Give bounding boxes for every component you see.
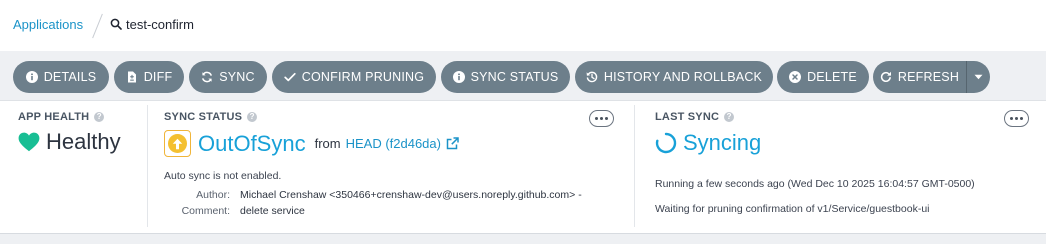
app-health-label-text: APP HEALTH (18, 111, 90, 123)
file-diff-icon (127, 71, 136, 83)
last-sync-running: Running a few seconds ago (Wed Dec 10 20… (655, 178, 975, 190)
app-health-label: APP HEALTH ? (18, 111, 105, 123)
details-button-label: DETAILS (43, 70, 97, 84)
details-button[interactable]: DETAILS (13, 61, 109, 93)
confirm-pruning-button-label: CONFIRM PRUNING (301, 70, 425, 84)
sync-status-more-button[interactable] (589, 110, 614, 127)
refresh-dropdown-toggle[interactable] (967, 61, 990, 93)
sync-status-label: SYNC STATUS ? (164, 111, 258, 123)
last-sync-more-button[interactable] (1004, 110, 1029, 127)
sync-status-value: OutOfSync (198, 130, 306, 156)
spinner-icon (655, 132, 677, 154)
confirm-pruning-button[interactable]: CONFIRM PRUNING (272, 61, 436, 93)
help-icon[interactable]: ? (724, 112, 735, 122)
last-sync-value: Syncing (683, 130, 762, 155)
chevron-down-icon (974, 74, 983, 80)
author-key: Author: (196, 189, 230, 201)
app-health-value: Healthy (46, 129, 121, 154)
delete-button-label: DELETE (807, 70, 857, 84)
sync-button-label: SYNC (219, 70, 255, 84)
info-circle-icon (452, 71, 465, 83)
history-icon (586, 71, 598, 83)
check-icon (284, 72, 296, 82)
last-sync-label-text: LAST SYNC (655, 111, 720, 123)
refresh-button-label: REFRESH (897, 70, 960, 84)
status-panel: APP HEALTH ? Healthy SYNC STATUS ? OutOf… (0, 101, 1046, 234)
sync-status-button-label: SYNC STATUS (470, 70, 559, 84)
redo-icon (880, 71, 891, 83)
breadcrumb-applications-link[interactable]: Applications (13, 17, 83, 32)
sync-status-row: OutOfSync from HEAD (f2d46da) (164, 130, 459, 157)
revision-link[interactable]: HEAD (f2d46da) (346, 136, 441, 151)
refresh-button[interactable]: REFRESH (873, 61, 966, 93)
comment-value: delete service (240, 205, 305, 217)
diff-button-label: DIFF (143, 70, 173, 84)
history-rollback-button-label: HISTORY AND ROLLBACK (603, 70, 763, 84)
last-sync-message: Waiting for pruning confirmation of v1/S… (655, 203, 930, 215)
history-rollback-button[interactable]: HISTORY AND ROLLBACK (575, 61, 773, 93)
sync-button[interactable]: SYNC (189, 61, 267, 93)
last-sync-label: LAST SYNC ? (655, 111, 735, 123)
toolbar: DETAILS DIFF SYNC CONFIRM PRUNING SYNC S… (0, 51, 1046, 101)
sync-icon (202, 71, 213, 83)
diff-button[interactable]: DIFF (114, 61, 184, 93)
comment-key: Comment: (181, 205, 230, 217)
breadcrumb-current[interactable]: test-confirm (110, 16, 194, 32)
external-link-icon[interactable] (446, 137, 459, 150)
last-sync-status: Syncing (655, 130, 761, 156)
info-circle-icon (25, 71, 38, 83)
help-icon[interactable]: ? (94, 112, 105, 122)
out-of-sync-icon (164, 130, 191, 157)
breadcrumb-separator (92, 13, 103, 39)
auto-sync-note: Auto sync is not enabled. (164, 170, 282, 182)
column-divider (147, 105, 148, 227)
heart-icon (18, 132, 40, 152)
sync-status-button[interactable]: SYNC STATUS (441, 61, 570, 93)
sync-status-label-text: SYNC STATUS (164, 111, 243, 123)
help-icon[interactable]: ? (247, 112, 258, 122)
header: Applications test-confirm (0, 0, 1046, 51)
author-value: Michael Crenshaw <350466+crenshaw-dev@us… (240, 189, 582, 201)
search-icon (110, 18, 122, 30)
app-health-status: Healthy (18, 129, 121, 155)
refresh-split-button: REFRESH (873, 61, 990, 93)
sync-from-text: from (314, 136, 341, 151)
times-circle-icon (789, 71, 802, 83)
delete-button[interactable]: DELETE (777, 61, 869, 93)
breadcrumb-app-name: test-confirm (126, 16, 194, 32)
column-divider (634, 105, 635, 227)
